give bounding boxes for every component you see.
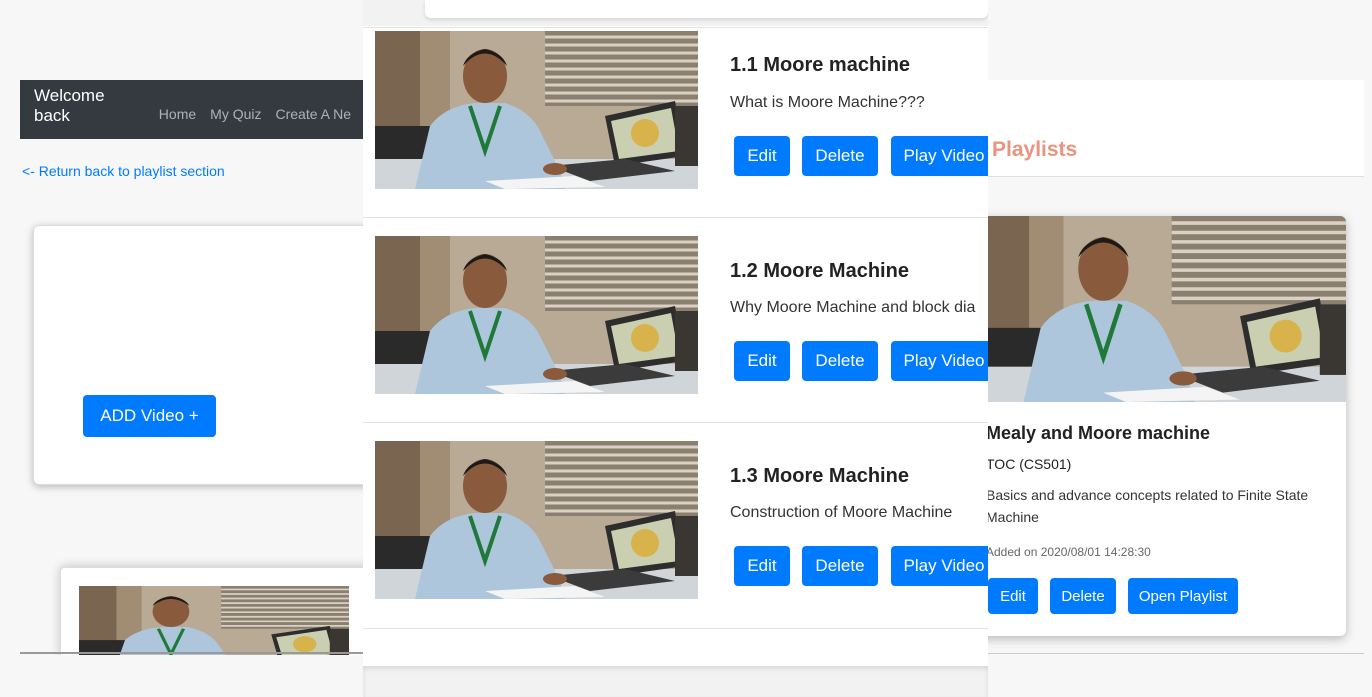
playlist-thumbnail[interactable] bbox=[988, 216, 1346, 402]
edit-button[interactable]: Edit bbox=[734, 546, 790, 586]
video-thumbnail[interactable] bbox=[375, 441, 698, 599]
return-to-playlists-link[interactable]: <- Return back to playlist section bbox=[22, 163, 225, 179]
video-description: Construction of Moore Machine bbox=[730, 504, 953, 521]
video-thumbnail bbox=[79, 586, 349, 655]
screenshot-collage: Welcome back Home My Quiz Create A Ne <-… bbox=[0, 0, 1372, 697]
video-title: 1.2 Moore Machine bbox=[730, 260, 909, 282]
nav-link-create[interactable]: Create A Ne bbox=[276, 106, 352, 122]
nav-link-my-quiz[interactable]: My Quiz bbox=[210, 106, 261, 122]
playlists-header: Playlists bbox=[988, 80, 1364, 177]
divider bbox=[363, 628, 988, 629]
video-title: 1.3 Moore Machine bbox=[730, 465, 909, 487]
bottom-strip bbox=[363, 666, 988, 697]
top-navbar: Welcome back Home My Quiz Create A Ne bbox=[20, 80, 365, 139]
video-thumbnail[interactable] bbox=[375, 236, 698, 394]
video-row: 1.1 Moore machine What is Moore Machine?… bbox=[363, 27, 988, 232]
edit-button[interactable]: Edit bbox=[734, 136, 790, 176]
video-list-panel: 1.1 Moore machine What is Moore Machine?… bbox=[363, 0, 988, 697]
playlist-description: Basics and advance concepts related to F… bbox=[988, 487, 1309, 525]
top-strip bbox=[363, 0, 988, 26]
video-row: 1.3 Moore Machine Construction of Moore … bbox=[363, 422, 988, 627]
play-video-button[interactable]: Play Video bbox=[891, 136, 988, 176]
add-video-card: ADD Video + bbox=[33, 225, 365, 485]
edit-button[interactable]: Edit bbox=[734, 341, 790, 381]
video-thumbnail[interactable] bbox=[375, 31, 698, 189]
divider bbox=[20, 652, 365, 654]
playlist-card: Mealy and Moore machine TOC (CS501) Basi… bbox=[988, 216, 1346, 636]
delete-button[interactable]: Delete bbox=[802, 341, 878, 381]
play-video-button[interactable]: Play Video bbox=[891, 546, 988, 586]
playlists-panel: Playlists Mealy and Moore machine TOC (C… bbox=[988, 80, 1364, 655]
divider bbox=[988, 653, 1364, 654]
video-description: What is Moore Machine??? bbox=[730, 94, 925, 111]
playlists-heading: Playlists bbox=[992, 138, 1078, 161]
video-title: 1.1 Moore machine bbox=[730, 54, 911, 76]
add-video-button[interactable]: ADD Video + bbox=[83, 395, 216, 437]
nav-link-home[interactable]: Home bbox=[159, 106, 196, 122]
playlist-title: Mealy and Moore machine bbox=[988, 423, 1211, 443]
playlist-course-code: TOC (CS501) bbox=[988, 456, 1072, 472]
video-description: Why Moore Machine and block dia bbox=[730, 299, 976, 316]
navbar-brand[interactable]: Welcome back bbox=[34, 86, 139, 126]
video-row: 1.2 Moore Machine Why Moore Machine and … bbox=[363, 217, 988, 422]
playlist-delete-button[interactable]: Delete bbox=[1050, 578, 1116, 614]
playlist-added-date: Added on 2020/08/01 14:28:30 bbox=[988, 545, 1151, 559]
playlist-editor-panel: Welcome back Home My Quiz Create A Ne <-… bbox=[20, 80, 365, 655]
video-card-preview bbox=[60, 567, 365, 655]
delete-button[interactable]: Delete bbox=[802, 546, 878, 586]
open-playlist-button[interactable]: Open Playlist bbox=[1128, 578, 1238, 614]
delete-button[interactable]: Delete bbox=[802, 136, 878, 176]
play-video-button[interactable]: Play Video bbox=[891, 341, 988, 381]
playlist-edit-button[interactable]: Edit bbox=[988, 578, 1038, 614]
